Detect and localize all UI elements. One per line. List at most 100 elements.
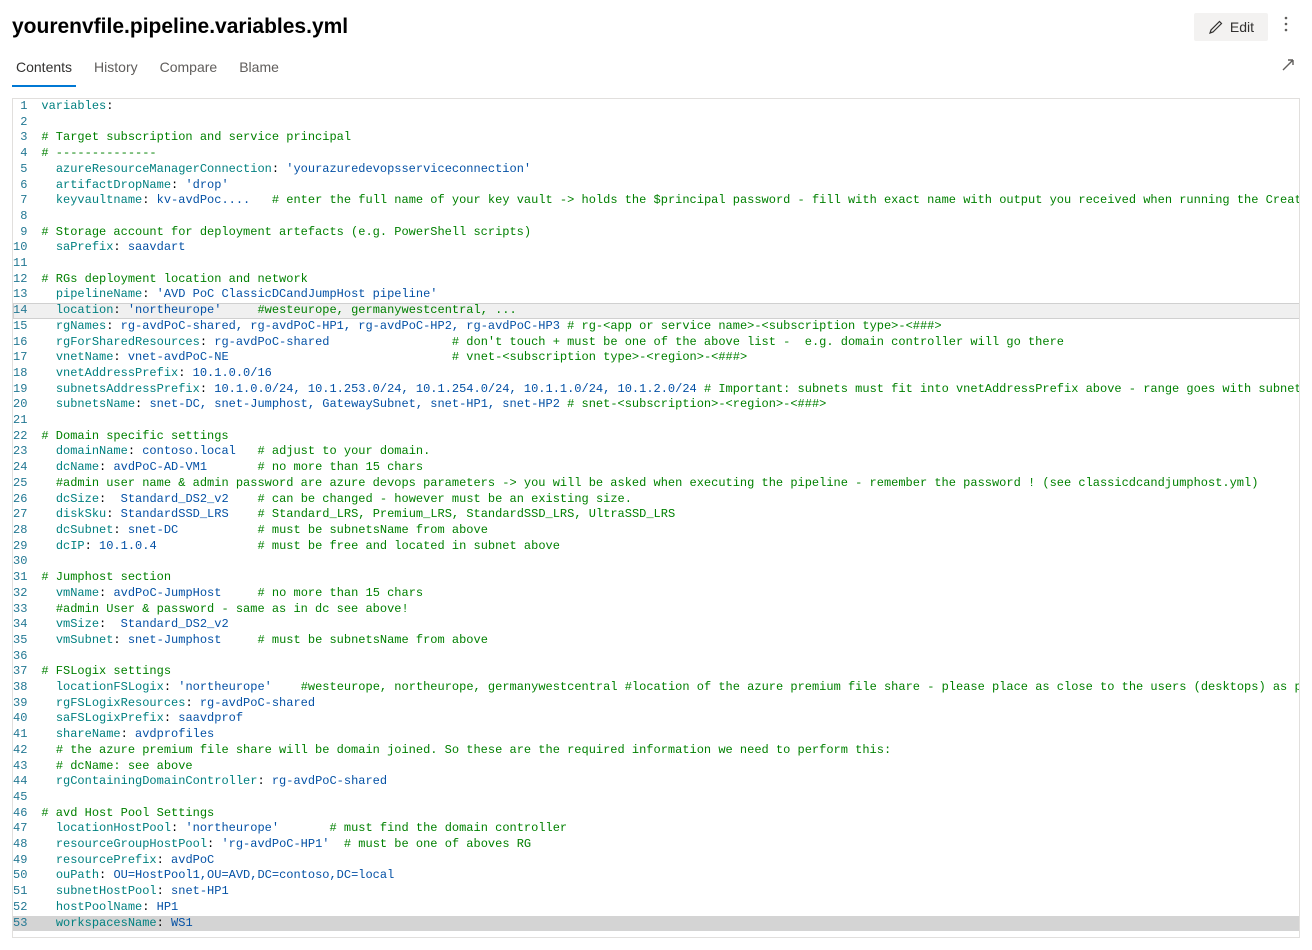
code-line[interactable]: 47 locationHostPool: 'northeurope' # mus… [13, 821, 1300, 837]
line-content[interactable]: #admin user name & admin password are az… [39, 476, 1300, 492]
line-content[interactable]: subnetsName: snet-DC, snet-Jumphost, Gat… [39, 397, 1300, 413]
line-content[interactable]: domainName: contoso.local # adjust to yo… [39, 444, 1300, 460]
line-content[interactable]: dcSubnet: snet-DC # must be subnetsName … [39, 523, 1300, 539]
tab-blame[interactable]: Blame [235, 49, 283, 87]
line-content[interactable]: # Domain specific settings [39, 429, 1300, 445]
line-content[interactable]: # dcName: see above [39, 759, 1300, 775]
code-line[interactable]: 25 #admin user name & admin password are… [13, 476, 1300, 492]
code-line[interactable]: 5 azureResourceManagerConnection: 'youra… [13, 162, 1300, 178]
line-content[interactable]: shareName: avdprofiles [39, 727, 1300, 743]
line-content[interactable]: # RGs deployment location and network [39, 272, 1300, 288]
line-content[interactable]: resourcePrefix: avdPoC [39, 853, 1300, 869]
code-line[interactable]: 7 keyvaultname: kv-avdPoc.... # enter th… [13, 193, 1300, 209]
code-line[interactable]: 41 shareName: avdprofiles [13, 727, 1300, 743]
code-line[interactable]: 6 artifactDropName: 'drop' [13, 178, 1300, 194]
code-line[interactable]: 22# Domain specific settings [13, 429, 1300, 445]
line-content[interactable] [39, 554, 1300, 570]
line-content[interactable]: # Storage account for deployment artefac… [39, 225, 1300, 241]
line-content[interactable] [39, 790, 1300, 806]
code-line[interactable]: 3# Target subscription and service princ… [13, 130, 1300, 146]
code-line[interactable]: 14 location: 'northeurope' #westeurope, … [13, 303, 1300, 319]
line-content[interactable]: # FSLogix settings [39, 664, 1300, 680]
line-content[interactable] [39, 209, 1300, 225]
code-line[interactable]: 45 [13, 790, 1300, 806]
code-line[interactable]: 19 subnetsAddressPrefix: 10.1.0.0/24, 10… [13, 382, 1300, 398]
line-content[interactable] [39, 649, 1300, 665]
line-content[interactable]: dcName: avdPoC-AD-VM1 # no more than 15 … [39, 460, 1300, 476]
expand-icon[interactable] [1280, 57, 1296, 76]
line-content[interactable]: vmSize: Standard_DS2_v2 [39, 617, 1300, 633]
code-line[interactable]: 34 vmSize: Standard_DS2_v2 [13, 617, 1300, 633]
line-content[interactable]: vmName: avdPoC-JumpHost # no more than 1… [39, 586, 1300, 602]
line-content[interactable]: rgNames: rg-avdPoC-shared, rg-avdPoC-HP1… [39, 319, 1300, 335]
code-line[interactable]: 53 workspacesName: WS1 [13, 916, 1300, 932]
code-editor[interactable]: 1variables:23# Target subscription and s… [13, 99, 1300, 931]
code-line[interactable]: 21 [13, 413, 1300, 429]
code-line[interactable]: 4# -------------- [13, 146, 1300, 162]
code-line[interactable]: 49 resourcePrefix: avdPoC [13, 853, 1300, 869]
line-content[interactable]: saFSLogixPrefix: saavdprof [39, 711, 1300, 727]
line-content[interactable]: # Jumphost section [39, 570, 1300, 586]
code-line[interactable]: 36 [13, 649, 1300, 665]
code-line[interactable]: 48 resourceGroupHostPool: 'rg-avdPoC-HP1… [13, 837, 1300, 853]
code-line[interactable]: 15 rgNames: rg-avdPoC-shared, rg-avdPoC-… [13, 319, 1300, 335]
code-line[interactable]: 2 [13, 115, 1300, 131]
line-content[interactable] [39, 413, 1300, 429]
code-line[interactable]: 42 # the azure premium file share will b… [13, 743, 1300, 759]
line-content[interactable]: resourceGroupHostPool: 'rg-avdPoC-HP1' #… [39, 837, 1300, 853]
line-content[interactable]: diskSku: StandardSSD_LRS # Standard_LRS,… [39, 507, 1300, 523]
line-content[interactable]: vmSubnet: snet-Jumphost # must be subnet… [39, 633, 1300, 649]
code-line[interactable]: 12# RGs deployment location and network [13, 272, 1300, 288]
code-line[interactable]: 33 #admin User & password - same as in d… [13, 602, 1300, 618]
tab-contents[interactable]: Contents [12, 49, 76, 87]
code-line[interactable]: 43 # dcName: see above [13, 759, 1300, 775]
line-content[interactable]: rgContainingDomainController: rg-avdPoC-… [39, 774, 1300, 790]
edit-button[interactable]: Edit [1194, 13, 1268, 41]
code-line[interactable]: 20 subnetsName: snet-DC, snet-Jumphost, … [13, 397, 1300, 413]
code-line[interactable]: 28 dcSubnet: snet-DC # must be subnetsNa… [13, 523, 1300, 539]
line-content[interactable]: keyvaultname: kv-avdPoc.... # enter the … [39, 193, 1300, 209]
code-line[interactable]: 10 saPrefix: saavdart [13, 240, 1300, 256]
code-line[interactable]: 46# avd Host Pool Settings [13, 806, 1300, 822]
line-content[interactable]: pipelineName: 'AVD PoC ClassicDCandJumpH… [39, 287, 1300, 303]
line-content[interactable]: variables: [39, 99, 1300, 115]
code-line[interactable]: 26 dcSize: Standard_DS2_v2 # can be chan… [13, 492, 1300, 508]
line-content[interactable]: artifactDropName: 'drop' [39, 178, 1300, 194]
code-line[interactable]: 8 [13, 209, 1300, 225]
code-line[interactable]: 37# FSLogix settings [13, 664, 1300, 680]
line-content[interactable]: rgForSharedResources: rg-avdPoC-shared #… [39, 335, 1300, 351]
code-line[interactable]: 13 pipelineName: 'AVD PoC ClassicDCandJu… [13, 287, 1300, 303]
editor-container[interactable]: 1variables:23# Target subscription and s… [12, 98, 1300, 938]
code-line[interactable]: 40 saFSLogixPrefix: saavdprof [13, 711, 1300, 727]
code-line[interactable]: 1variables: [13, 99, 1300, 115]
line-content[interactable]: # Target subscription and service princi… [39, 130, 1300, 146]
line-content[interactable]: rgFSLogixResources: rg-avdPoC-shared [39, 696, 1300, 712]
code-line[interactable]: 32 vmName: avdPoC-JumpHost # no more tha… [13, 586, 1300, 602]
code-line[interactable]: 11 [13, 256, 1300, 272]
tab-history[interactable]: History [90, 49, 142, 87]
line-content[interactable]: # the azure premium file share will be d… [39, 743, 1300, 759]
code-line[interactable]: 52 hostPoolName: HP1 [13, 900, 1300, 916]
line-content[interactable]: saPrefix: saavdart [39, 240, 1300, 256]
line-content[interactable]: vnetName: vnet-avdPoC-NE # vnet-<subscri… [39, 350, 1300, 366]
code-line[interactable]: 9# Storage account for deployment artefa… [13, 225, 1300, 241]
code-line[interactable]: 16 rgForSharedResources: rg-avdPoC-share… [13, 335, 1300, 351]
line-content[interactable]: workspacesName: WS1 [39, 916, 1300, 932]
code-line[interactable]: 29 dcIP: 10.1.0.4 # must be free and loc… [13, 539, 1300, 555]
line-content[interactable]: vnetAddressPrefix: 10.1.0.0/16 [39, 366, 1300, 382]
line-content[interactable]: #admin User & password - same as in dc s… [39, 602, 1300, 618]
code-line[interactable]: 27 diskSku: StandardSSD_LRS # Standard_L… [13, 507, 1300, 523]
line-content[interactable]: dcIP: 10.1.0.4 # must be free and locate… [39, 539, 1300, 555]
code-line[interactable]: 39 rgFSLogixResources: rg-avdPoC-shared [13, 696, 1300, 712]
line-content[interactable]: locationHostPool: 'northeurope' # must f… [39, 821, 1300, 837]
code-line[interactable]: 35 vmSubnet: snet-Jumphost # must be sub… [13, 633, 1300, 649]
code-line[interactable]: 30 [13, 554, 1300, 570]
line-content[interactable] [39, 115, 1300, 131]
code-line[interactable]: 44 rgContainingDomainController: rg-avdP… [13, 774, 1300, 790]
code-line[interactable]: 50 ouPath: OU=HostPool1,OU=AVD,DC=contos… [13, 868, 1300, 884]
code-line[interactable]: 18 vnetAddressPrefix: 10.1.0.0/16 [13, 366, 1300, 382]
more-button[interactable] [1276, 10, 1296, 43]
line-content[interactable] [39, 256, 1300, 272]
line-content[interactable]: subnetsAddressPrefix: 10.1.0.0/24, 10.1.… [39, 382, 1300, 398]
line-content[interactable]: locationFSLogix: 'northeurope' #westeuro… [39, 680, 1300, 696]
